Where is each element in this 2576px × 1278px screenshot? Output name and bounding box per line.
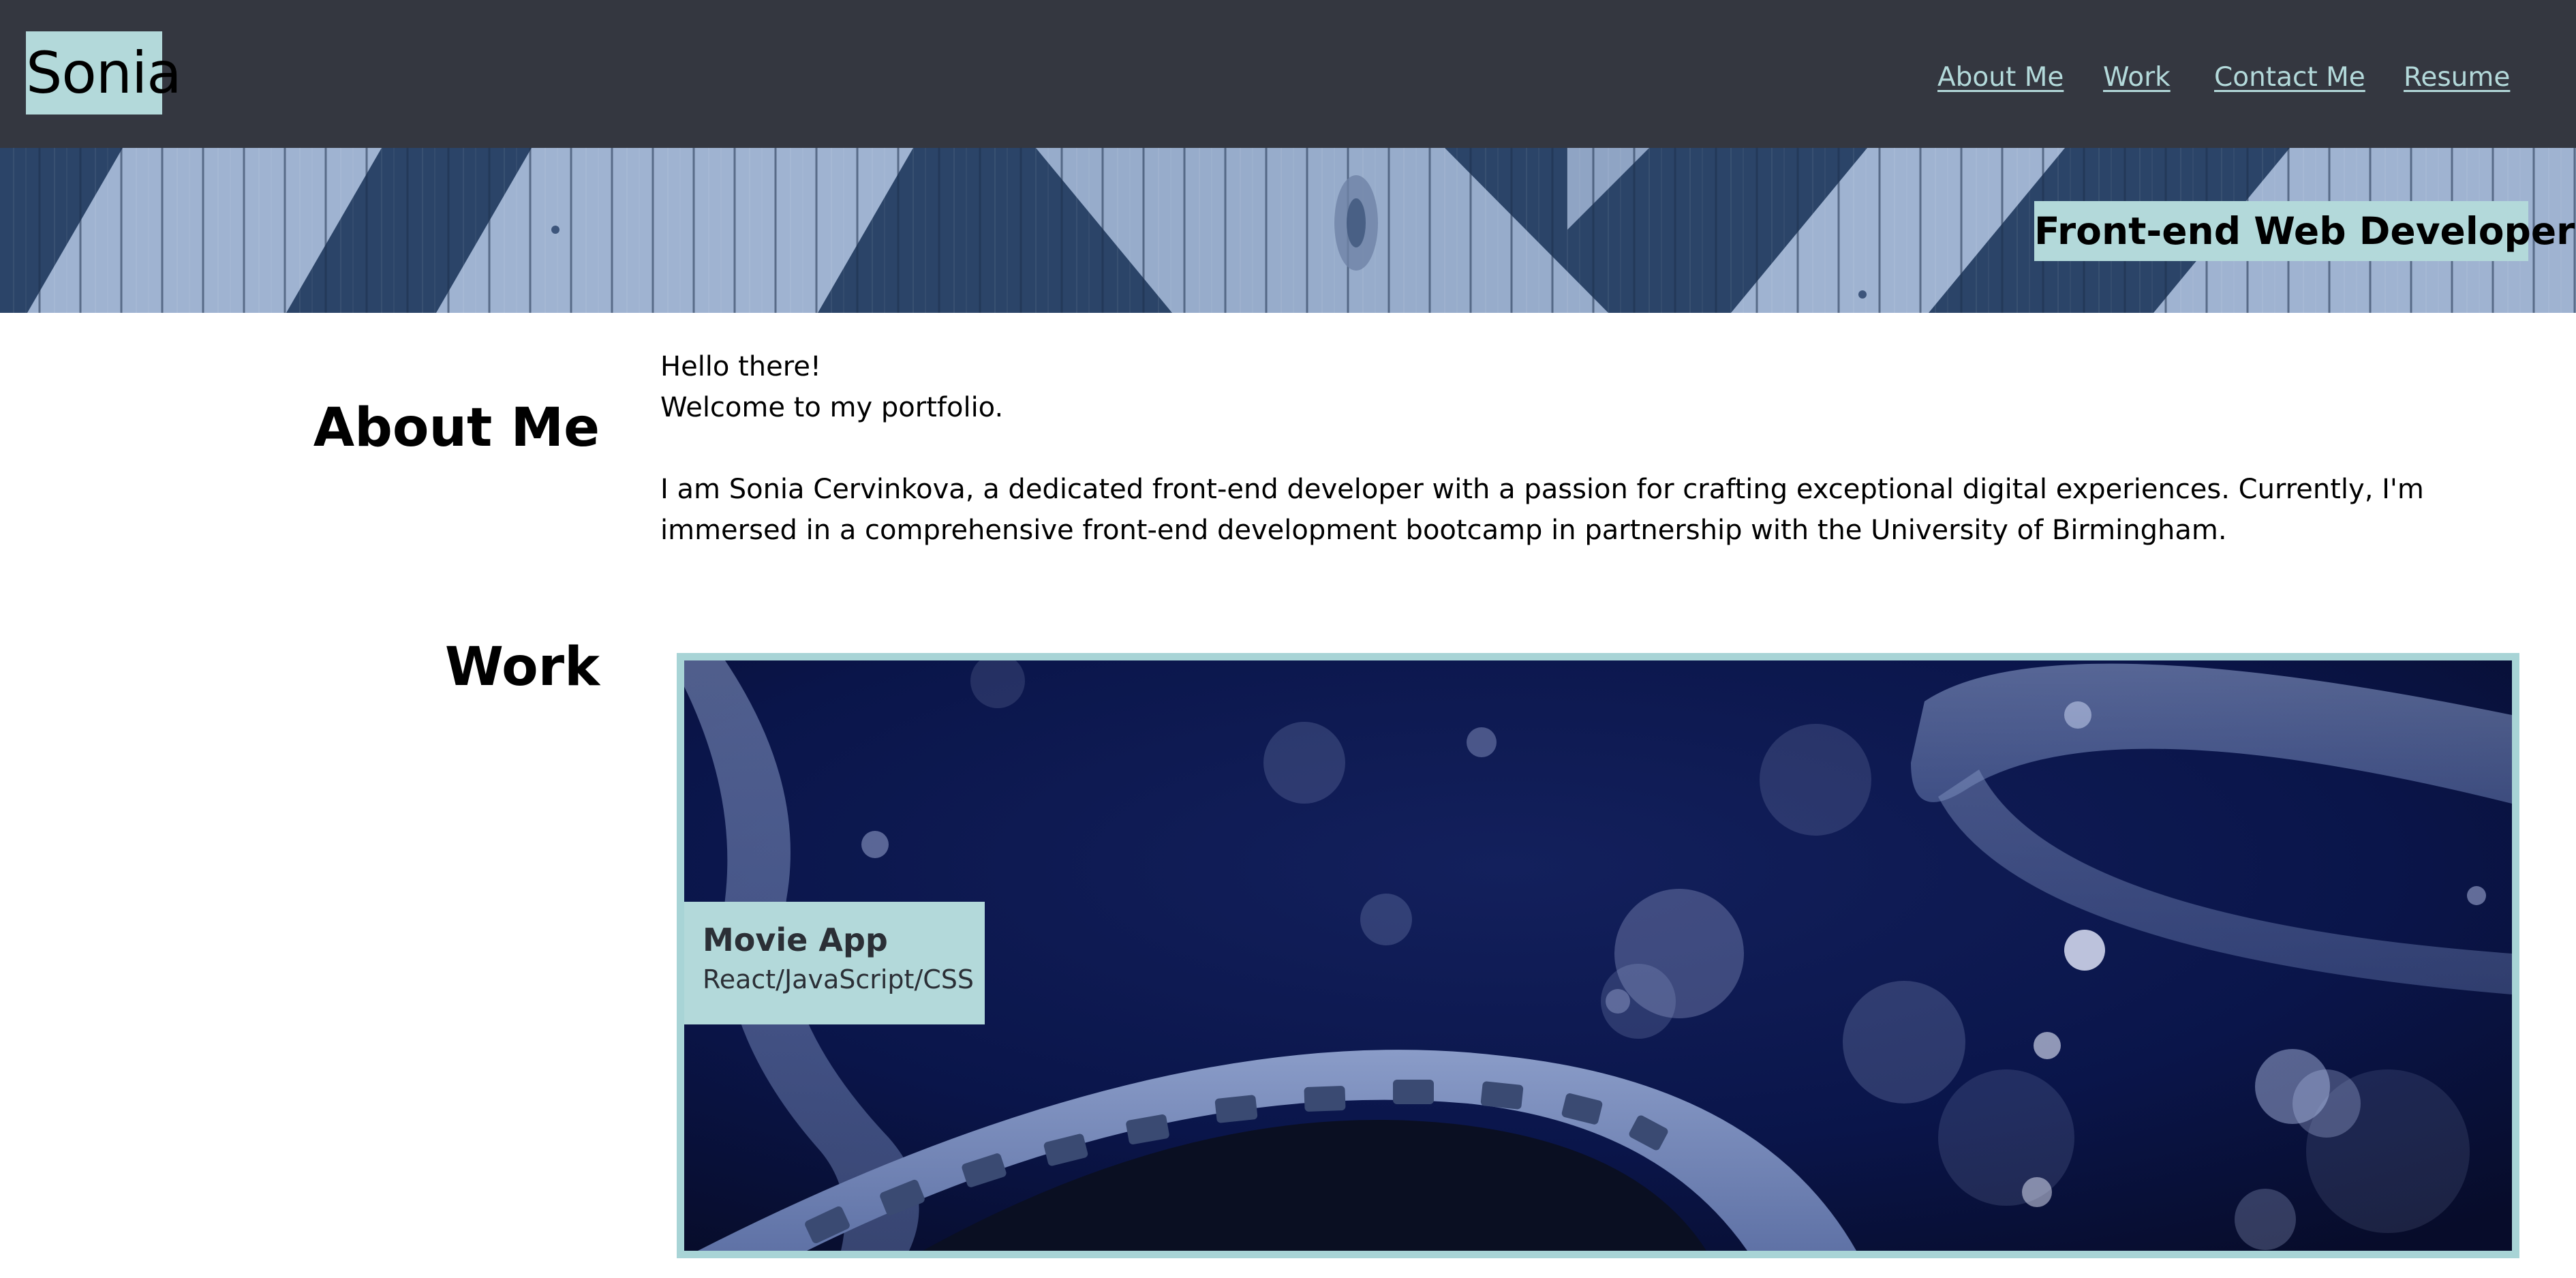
hero-title: Front-end Web Developer	[2034, 201, 2575, 261]
about-greeting: Hello there!	[660, 351, 821, 382]
project-tech-stack: React/JavaScript/CSS	[703, 964, 975, 994]
nav-link-contact-me[interactable]: Contact Me	[2214, 61, 2365, 94]
about-welcome: Welcome to my portfolio.	[660, 392, 1004, 423]
project-caption: Movie App React/JavaScript/CSS	[684, 902, 985, 1024]
site-logo[interactable]: Sonia	[26, 31, 182, 115]
about-me-text: Hello there! Welcome to my portfolio. I …	[660, 346, 2446, 551]
about-me-heading: About Me	[313, 397, 600, 459]
work-heading: Work	[444, 636, 600, 698]
nav-link-work[interactable]: Work	[2103, 61, 2171, 94]
nav-link-resume[interactable]: Resume	[2404, 61, 2510, 94]
about-bio: I am Sonia Cervinkova, a dedicated front…	[660, 474, 2424, 546]
site-header: Sonia About Me Work Contact Me Resume	[0, 0, 2576, 148]
project-card-movie-app[interactable]: Movie App React/JavaScript/CSS	[677, 653, 2519, 1258]
nav-link-about-me[interactable]: About Me	[1937, 61, 2064, 94]
project-title: Movie App	[703, 922, 888, 958]
